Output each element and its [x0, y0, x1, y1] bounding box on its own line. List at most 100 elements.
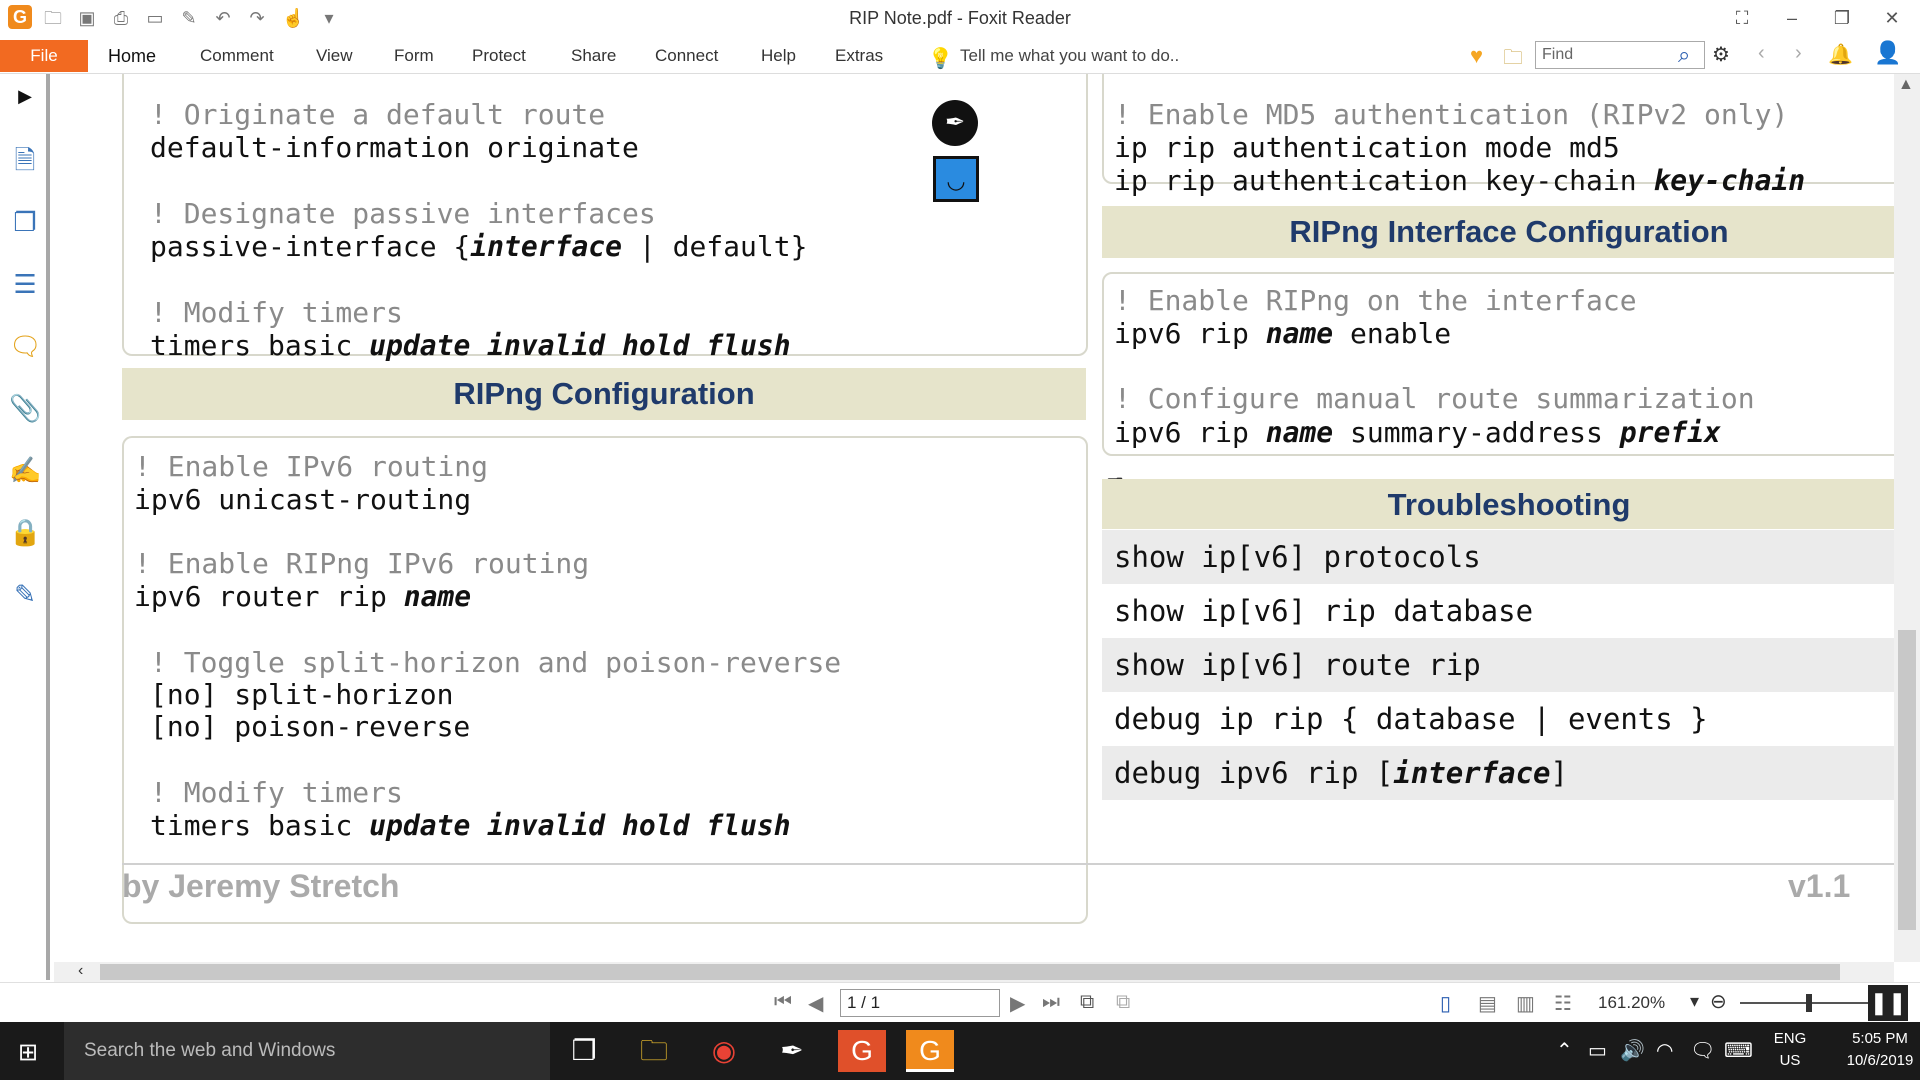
heart-icon[interactable]: ♥ [1470, 43, 1483, 69]
horizontal-scroll-thumb[interactable] [100, 964, 1840, 980]
scroll-up-icon[interactable]: ▲ [1898, 76, 1914, 94]
folder-search-icon[interactable]: 🗀 [1503, 43, 1523, 77]
tab-form[interactable]: Form [394, 46, 434, 66]
previous-icon[interactable]: ‹ [1758, 42, 1765, 65]
close-icon[interactable]: ✕ [1872, 4, 1912, 32]
action-center-icon[interactable]: 🗨 [1690, 1038, 1715, 1063]
md5-auth-box: ! Enable MD5 authentication (RIPv2 only)… [1102, 74, 1894, 197]
volume-icon[interactable]: 🔊 [1620, 1038, 1645, 1063]
security-lock-icon[interactable]: 🔒 [9, 516, 41, 548]
settings-icon[interactable]: ⚙ [1712, 42, 1730, 67]
command-line: timers basic update invalid hold flush [150, 809, 791, 842]
command-line: [no] poison-reverse [150, 710, 471, 743]
first-page-icon[interactable]: ⏮ [774, 991, 792, 1014]
command-line: passive-interface {interface | default} [150, 230, 808, 263]
next-icon[interactable]: › [1795, 42, 1802, 65]
command-line: [no] split-horizon [150, 678, 454, 711]
command-line: ip rip authentication mode md5 [1114, 131, 1620, 164]
comment-line: ! Enable IPv6 routing [134, 450, 489, 483]
title-bar: G 🗀 ▣ ⎙ ▭ ✎ ↶ ↷ ☝ ▾ RIP Note.pdf - Foxit… [0, 0, 1920, 36]
minimize-icon[interactable]: – [1772, 4, 1812, 32]
foxit-reader-taskbar-icon[interactable]: G [906, 1030, 954, 1072]
tab-view[interactable]: View [316, 46, 353, 66]
windows-start-icon[interactable]: ⊞ [18, 1038, 46, 1066]
battery-icon[interactable]: ▭ [1588, 1038, 1607, 1063]
command-line: ipv6 router rip name [134, 580, 472, 613]
pen-search-icon[interactable]: ✎ [9, 578, 41, 610]
ripng-interface-header: RIPng Interface Configuration [1102, 206, 1894, 258]
foxit-phantom-icon[interactable]: G [838, 1030, 886, 1072]
last-page-icon[interactable]: ⏭ [1042, 991, 1060, 1014]
search-icon[interactable]: ⌕ [1678, 42, 1690, 68]
tab-help[interactable]: Help [761, 46, 796, 66]
duplicate-view-icon[interactable]: ⧉ [1116, 991, 1130, 1014]
file-tab[interactable]: File [0, 40, 88, 72]
single-page-icon[interactable]: ▯ [1440, 991, 1451, 1016]
comment-line: ! Configure manual route summarization [1114, 382, 1755, 415]
system-clock[interactable]: 5:05 PM 10/6/2019 [1840, 1028, 1920, 1072]
troubleshooting-row: show ip[v6] route rip [1102, 638, 1894, 692]
tray-chevron-icon[interactable]: ⌃ [1556, 1038, 1573, 1063]
version-label: v1.1 [1788, 868, 1851, 904]
fullscreen-icon[interactable]: ⛶ [1722, 4, 1762, 32]
pen-tip-icon[interactable]: ✒ [932, 100, 978, 146]
pages-icon[interactable]: ❐ [9, 206, 41, 238]
author-credit: by Jeremy Stretch [122, 868, 400, 904]
troubleshooting-row: debug ip rip { database | events } [1114, 702, 1708, 736]
continuous-icon[interactable]: ▤ [1478, 991, 1497, 1016]
lightbulb-icon: 💡 [928, 48, 953, 70]
tab-home[interactable]: Home [108, 46, 156, 67]
tab-extras[interactable]: Extras [835, 46, 883, 66]
notification-bell-icon[interactable]: 🔔 [1828, 42, 1853, 67]
command-line: default-information originate [150, 131, 639, 164]
troubleshooting-row: show ip[v6] rip database [1114, 594, 1534, 628]
ripng-config-box: ! Enable IPv6 routing ipv6 unicast-routi… [122, 436, 1088, 924]
window-title: RIP Note.pdf - Foxit Reader [849, 8, 1071, 28]
restore-icon[interactable]: ❐ [1822, 4, 1862, 32]
input-language[interactable]: ENG US [1770, 1028, 1810, 1072]
tab-comment[interactable]: Comment [200, 46, 274, 66]
stamp-icon[interactable]: ◡ [933, 156, 979, 202]
comments-icon[interactable]: 🗨 [9, 330, 42, 362]
comment-line: ! Enable RIPng on the interface [1114, 284, 1637, 317]
task-view-icon[interactable]: ❐ [560, 1030, 608, 1072]
scroll-left-icon[interactable]: ‹ [78, 962, 83, 980]
signature-icon[interactable]: ✍ [9, 454, 41, 486]
bookmarks-icon[interactable]: 🗎 [9, 144, 41, 176]
zoom-level[interactable]: 161.20% [1598, 993, 1665, 1013]
comment-line: ! Designate passive interfaces [150, 197, 656, 230]
comment-line: ! Originate a default route [150, 98, 606, 131]
taskbar-search[interactable]: Search the web and Windows [64, 1022, 550, 1080]
tab-protect[interactable]: Protect [472, 46, 526, 66]
comment-line: ! Modify timers [150, 296, 403, 329]
attachments-icon[interactable]: 📎 [9, 392, 41, 424]
tab-connect[interactable]: Connect [655, 46, 718, 66]
previous-page-icon[interactable]: ◀ [808, 991, 823, 1016]
wifi-icon[interactable]: ◠ [1656, 1038, 1673, 1063]
tab-share[interactable]: Share [571, 46, 616, 66]
zoom-dropdown-icon[interactable]: ▾ [1690, 991, 1699, 1012]
page-number-field[interactable]: 1 / 1 [840, 989, 1000, 1017]
chrome-icon[interactable]: ◉ [700, 1030, 748, 1072]
command-line: ip rip authentication key-chain key-chai… [1114, 164, 1806, 197]
continuous-facing-icon[interactable]: ☷ [1554, 991, 1572, 1016]
layers-icon[interactable]: ☰ [9, 268, 41, 300]
facing-icon[interactable]: ▥ [1516, 991, 1535, 1016]
expand-panel-icon[interactable]: ▶ [9, 80, 41, 112]
zoom-out-icon[interactable]: ⊖ [1710, 989, 1727, 1014]
next-page-icon[interactable]: ▶ [1010, 991, 1025, 1016]
file-explorer-icon[interactable]: 🗀 [630, 1030, 678, 1072]
pen-app-icon[interactable]: ✒ [768, 1030, 816, 1072]
zoom-slider-thumb[interactable] [1806, 994, 1812, 1012]
pause-icon[interactable]: ❚❚ [1868, 985, 1908, 1021]
rotate-page-icon[interactable]: ⧉ [1080, 991, 1094, 1014]
status-bar: ⏮ ◀ 1 / 1 ▶ ⏭ ⧉ ⧉ ▯ ▤ ▥ ☷ 161.20% ▾ ⊖ ❚❚ [0, 982, 1920, 1022]
command-line: timers basic update invalid hold flush [150, 329, 791, 362]
keyboard-icon[interactable]: ⌨ [1724, 1038, 1753, 1063]
user-account-icon[interactable]: 👤 [1874, 40, 1901, 66]
vertical-scroll-thumb[interactable] [1898, 630, 1916, 930]
windows-taskbar: ⊞ Search the web and Windows ❐ 🗀 ◉ ✒ G G… [0, 1022, 1920, 1080]
comment-line: ! Toggle split-horizon and poison-revers… [150, 646, 842, 679]
zoom-slider[interactable] [1740, 1002, 1870, 1004]
tell-me-search[interactable]: Tell me what you want to do.. [960, 46, 1179, 66]
